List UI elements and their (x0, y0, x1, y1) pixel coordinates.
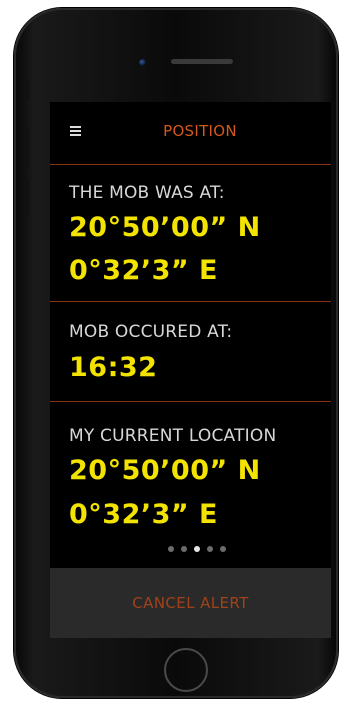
phone-frame: POSITION THE MOB WAS AT: 20°50’00” N 0°3… (14, 8, 338, 698)
mute-switch (24, 80, 29, 100)
home-button[interactable] (164, 648, 208, 692)
mob-longitude: 0°32’3” E (69, 255, 218, 286)
page-dot[interactable] (168, 546, 174, 552)
mob-latitude: 20°50’00” N (69, 212, 261, 243)
front-camera (139, 59, 146, 66)
page-indicator (168, 546, 226, 554)
volume-up-button (24, 128, 29, 168)
mob-position-label: THE MOB WAS AT: (69, 183, 225, 203)
page-dot[interactable] (207, 546, 213, 552)
current-latitude: 20°50’00” N (69, 455, 261, 486)
current-longitude: 0°32’3” E (69, 499, 218, 530)
earpiece-speaker (171, 59, 233, 64)
divider (50, 164, 331, 165)
page-dot[interactable] (220, 546, 226, 552)
current-location-label: MY CURRENT LOCATION (69, 426, 277, 446)
mob-time-value: 16:32 (69, 352, 158, 383)
cancel-alert-button[interactable]: CANCEL ALERT (50, 568, 331, 638)
volume-down-button (24, 178, 29, 218)
page-title: POSITION (163, 122, 237, 140)
app-screen: POSITION THE MOB WAS AT: 20°50’00” N 0°3… (50, 102, 331, 638)
page-dot[interactable] (181, 546, 187, 552)
page-dot-active[interactable] (194, 546, 200, 552)
app-header: POSITION (50, 102, 331, 164)
mob-time-label: MOB OCCURED AT: (69, 322, 233, 342)
divider (50, 301, 331, 302)
divider (50, 401, 331, 402)
